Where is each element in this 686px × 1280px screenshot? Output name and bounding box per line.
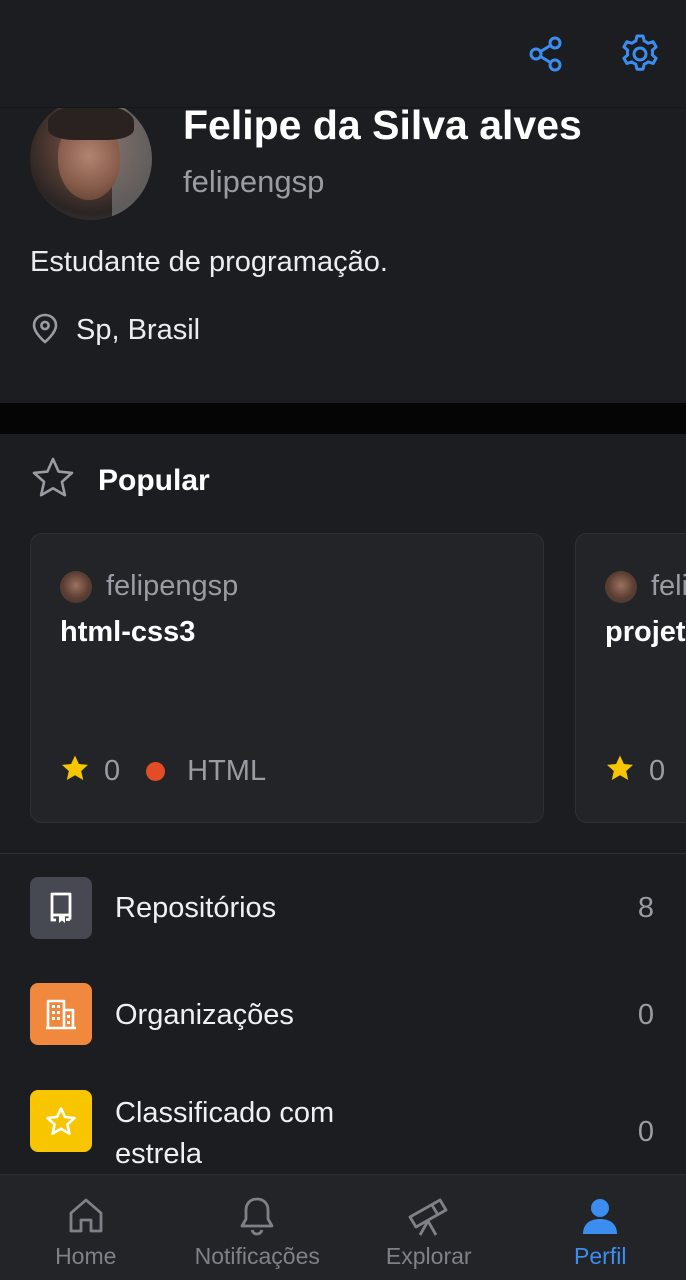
profile-bio: Estudante de programação. <box>30 246 388 278</box>
owner-avatar <box>60 570 92 603</box>
popular-title: Popular <box>98 463 210 497</box>
list-item-label: Classificado com estrela <box>115 1097 335 1170</box>
list-item-starred[interactable]: Classificado com estrela 0 <box>0 1070 686 1174</box>
list-item-count: 0 <box>637 1116 654 1148</box>
profile-location: Sp, Brasil <box>30 312 200 349</box>
location-pin-icon <box>30 312 60 349</box>
bottom-navigation: Home Notificações Explorar Perfil <box>0 1174 686 1280</box>
repo-owner-name: felipengsp <box>651 570 686 602</box>
list-item-count: 0 <box>637 999 654 1031</box>
nav-explore[interactable]: Explorar <box>343 1175 515 1280</box>
star-filled-icon <box>605 754 635 788</box>
share-button[interactable] <box>524 34 568 78</box>
list-item-label: Repositórios <box>115 892 277 924</box>
repo-owner: felipengsp <box>60 570 238 603</box>
owner-avatar <box>605 570 637 603</box>
repo-icon <box>30 877 92 939</box>
repo-meta: 0 <box>605 754 665 788</box>
list-item-count: 8 <box>637 892 654 924</box>
location-text: Sp, Brasil <box>76 314 201 346</box>
repo-owner-name: felipengsp <box>106 570 239 602</box>
list-item-repositories[interactable]: Repositórios 8 <box>0 858 686 958</box>
nav-label: Notificações <box>194 1243 320 1269</box>
organization-icon <box>30 983 92 1045</box>
share-icon <box>526 34 566 79</box>
home-icon <box>66 1195 106 1237</box>
bell-icon <box>237 1195 277 1237</box>
repo-star-count: 0 <box>104 754 121 787</box>
profile-screen: Felipe da Silva alves felipengsp Estudan… <box>0 0 686 1280</box>
repo-name: projeto <box>605 616 686 648</box>
profile-name: Felipe da Silva alves <box>183 102 582 148</box>
list-separator <box>0 853 686 854</box>
nav-label: Perfil <box>574 1243 627 1269</box>
repo-meta: 0 HTML <box>60 754 266 788</box>
profile-username: felipengsp <box>183 164 325 199</box>
profile-header: Felipe da Silva alves felipengsp Estudan… <box>0 98 686 403</box>
telescope-icon <box>406 1195 452 1237</box>
repo-name: html-css3 <box>60 616 196 648</box>
list-item-organizations[interactable]: Organizações 0 <box>0 964 686 1064</box>
settings-button[interactable] <box>618 34 662 78</box>
star-filled-icon <box>60 754 90 788</box>
nav-profile[interactable]: Perfil <box>515 1175 686 1280</box>
language-color-dot <box>146 761 166 781</box>
repo-owner: felipengsp <box>605 570 686 603</box>
section-divider <box>0 403 686 434</box>
repo-language: HTML <box>187 754 267 787</box>
person-icon <box>580 1195 620 1237</box>
nav-home[interactable]: Home <box>0 1175 172 1280</box>
popular-header: Popular <box>30 456 210 505</box>
repo-star-count: 0 <box>649 754 666 787</box>
list-item-label: Organizações <box>115 999 294 1031</box>
avatar[interactable] <box>30 98 152 220</box>
star-icon <box>30 1090 92 1152</box>
popular-section: Popular felipengsp html-css3 0 HTML fel … <box>0 434 686 854</box>
popular-repo-card[interactable]: felipengsp html-css3 0 HTML <box>30 533 544 823</box>
star-outline-icon <box>30 456 76 505</box>
nav-notifications[interactable]: Notificações <box>172 1175 344 1280</box>
popular-repo-card[interactable]: felipengsp projeto 0 <box>575 533 686 823</box>
top-bar <box>0 0 686 108</box>
nav-label: Home <box>55 1243 117 1269</box>
gear-icon <box>618 32 662 81</box>
nav-label: Explorar <box>385 1243 472 1269</box>
